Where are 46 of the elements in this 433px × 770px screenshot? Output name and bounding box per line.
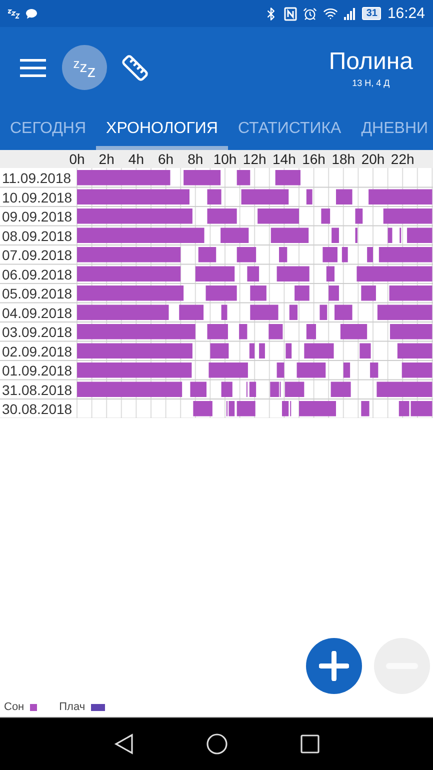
date-label: 30.08.2018 [2,401,72,417]
nfc-icon [284,6,298,20]
tab[interactable]: СЕГОДНЯ [0,108,96,150]
date-label: 01.09.2018 [2,362,72,378]
hour-label: 16h [302,151,326,167]
date-label: 09.09.2018 [2,208,72,224]
hour-label: 8h [188,151,204,167]
legend-label: Плач [59,701,86,713]
signal-icon [344,8,356,20]
hour-label: 10h [213,151,237,167]
date-label: 05.09.2018 [2,286,72,302]
battery-level: 31 [362,7,382,20]
hour-label: 18h [332,151,356,167]
wifi-icon [323,6,338,21]
chat-icon [26,8,37,18]
date-label: 06.09.2018 [2,266,72,282]
date-label: 31.08.2018 [2,382,72,398]
hour-label: 4h [128,151,144,167]
home-icon[interactable] [206,733,228,755]
hour-label: 14h [272,151,296,167]
date-label: 10.09.2018 [2,189,72,206]
date-label: 02.09.2018 [2,343,72,360]
recents-icon[interactable] [300,734,320,754]
date-label: 03.09.2018 [2,324,72,340]
date-label: 04.09.2018 [2,304,72,321]
plus-icon [319,651,349,681]
back-icon[interactable] [114,733,134,755]
date-label: 11.09.2018 [2,170,72,186]
tab[interactable]: ДНЕВНИ [351,108,433,150]
tab[interactable]: СТАТИСТИКА [228,108,352,150]
hour-label: 22h [390,151,414,167]
hour-label: 2h [98,151,114,167]
hour-label: 20h [361,151,385,167]
date-label: 07.09.2018 [2,247,72,263]
hour-label: 12h [242,151,266,167]
hour-label: 0h [69,151,85,167]
ruler-icon[interactable] [121,54,149,82]
child-name: Полина [328,48,413,76]
sleep-icon [8,8,20,18]
date-label: 08.09.2018 [2,228,72,244]
menu-icon[interactable] [20,58,46,78]
clock-time: 16:24 [387,5,425,22]
alarm-icon [303,6,318,20]
legend-label: Сон [4,701,24,713]
child-age: 13 Н, 4 Д [352,78,390,88]
hour-label: 6h [158,151,174,167]
